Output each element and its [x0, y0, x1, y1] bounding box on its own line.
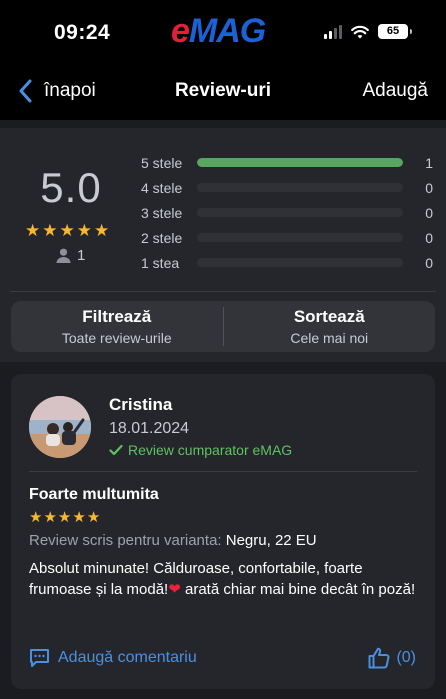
filter-subtitle: Toate review-urile	[61, 330, 172, 346]
battery-icon: 65	[378, 24, 412, 39]
add-comment-button[interactable]: Adaugă comentariu	[29, 648, 197, 668]
review-card: Cristina 18.01.2024 Review cumparator eM…	[11, 374, 435, 689]
add-comment-label: Adaugă comentariu	[58, 649, 197, 666]
review-title: Foarte multumita	[29, 486, 159, 503]
emag-logo: eMAG	[171, 12, 266, 50]
summary-divider	[10, 291, 436, 292]
distribution-bar	[197, 258, 403, 267]
distribution-row[interactable]: 4 stele 0	[141, 175, 433, 200]
verified-label: Review cumparator eMAG	[128, 442, 293, 458]
star-icon: ★	[59, 221, 75, 240]
like-count: (0)	[396, 649, 416, 666]
verified-badge: Review cumparator eMAG	[109, 442, 292, 458]
reviewer-name: Cristina	[109, 395, 173, 414]
review-date: 18.01.2024	[109, 420, 190, 437]
rating-summary: 5.0 ★ ★ ★ ★ ★ 1 5 stele 1 4 stele 0 3 stele …	[0, 128, 446, 362]
comment-icon	[30, 649, 49, 667]
nav-bar: înapoi Review-uri Adaugă	[0, 66, 446, 120]
distribution-label: 2 stele	[141, 229, 183, 246]
distribution-count: 1	[425, 154, 433, 171]
variant-value: Negru, 22 EU	[225, 532, 317, 549]
reviews-count-value: 1	[77, 247, 86, 264]
distribution-label: 3 stele	[141, 204, 183, 221]
review-stars: ★ ★ ★ ★ ★	[29, 510, 100, 525]
star-icon: ★	[76, 221, 92, 240]
distribution-count: 0	[425, 229, 433, 246]
distribution-row[interactable]: 5 stele 1	[141, 150, 433, 175]
sort-subtitle: Cele mai noi	[290, 330, 369, 346]
status-icons: 65	[324, 24, 412, 39]
distribution-label: 1 stea	[141, 254, 180, 271]
variant-label: Review scris pentru varianta:	[29, 532, 222, 549]
review-text-part2: arată chiar mai bine decât în poză!	[180, 580, 416, 598]
distribution-bar	[197, 208, 403, 217]
rating-distribution: 5 stele 1 4 stele 0 3 stele 0 2 stele 0 …	[141, 150, 433, 275]
wifi-icon	[351, 25, 369, 38]
average-stars: ★ ★ ★ ★ ★	[25, 222, 109, 239]
distribution-label: 5 stele	[141, 154, 183, 171]
distribution-label: 4 stele	[141, 179, 183, 196]
filter-button[interactable]: Filtrează Toate review-urile	[11, 301, 223, 352]
like-button[interactable]: (0)	[368, 647, 416, 669]
star-icon: ★	[43, 509, 57, 526]
review-variant: Review scris pentru varianta: Negru, 22 …	[29, 532, 317, 549]
distribution-bar	[197, 183, 403, 192]
star-icon: ★	[72, 509, 86, 526]
star-icon: ★	[25, 221, 41, 240]
star-icon: ★	[42, 221, 58, 240]
average-rating: 5.0	[40, 164, 102, 211]
star-icon: ★	[94, 221, 110, 240]
status-time: 09:24	[54, 21, 111, 44]
sort-title: Sortează	[293, 307, 365, 326]
distribution-count: 0	[425, 179, 433, 196]
distribution-bar	[197, 233, 403, 242]
add-review-button[interactable]: Adaugă	[362, 80, 428, 102]
distribution-row[interactable]: 3 stele 0	[141, 200, 433, 225]
star-icon: ★	[29, 509, 43, 526]
reviews-count: 1	[56, 247, 85, 264]
avatar	[29, 396, 91, 458]
cellular-signal-icon	[324, 24, 342, 39]
heart-icon: ❤	[168, 580, 181, 598]
filter-title: Filtrează	[82, 307, 152, 326]
check-icon	[109, 444, 123, 456]
distribution-row[interactable]: 2 stele 0	[141, 225, 433, 250]
distribution-row[interactable]: 1 stea 0	[141, 250, 433, 275]
distribution-count: 0	[425, 254, 433, 271]
review-text: Absolut minunate! Călduroase, confortabi…	[29, 559, 419, 600]
user-icon	[56, 248, 71, 263]
status-bar: 09:24 eMAG 65	[0, 0, 446, 66]
sort-button[interactable]: Sortează Cele mai noi	[224, 301, 436, 352]
filter-sort-bar: Filtrează Toate review-urile Sortează Ce…	[11, 301, 435, 352]
star-icon: ★	[57, 509, 72, 526]
star-icon: ★	[86, 509, 101, 526]
distribution-count: 0	[425, 204, 433, 221]
thumbs-up-icon	[368, 647, 390, 669]
card-divider	[29, 471, 417, 472]
distribution-bar	[197, 158, 403, 167]
